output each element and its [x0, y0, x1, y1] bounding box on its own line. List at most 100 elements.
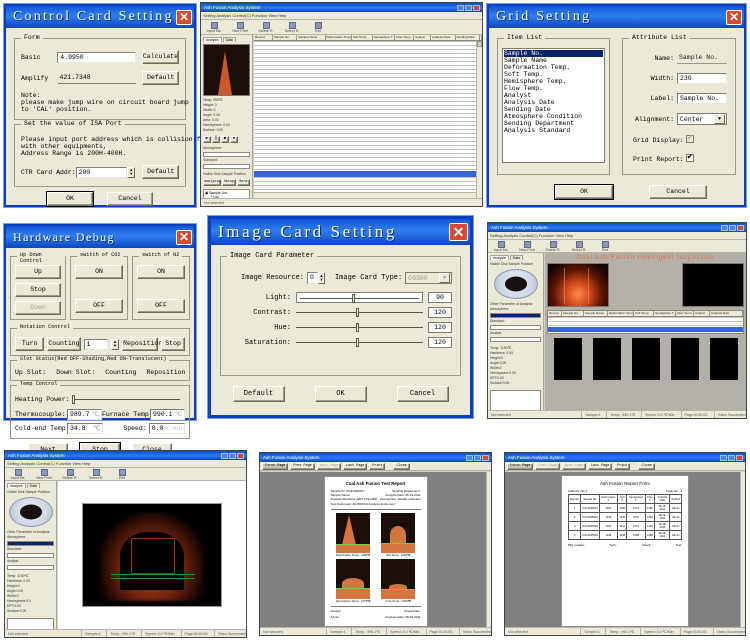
- maximize-icon[interactable]: [474, 454, 481, 461]
- close-icon[interactable]: ✕: [176, 9, 192, 25]
- tab-analysis[interactable]: Analysis: [490, 255, 509, 260]
- print-button[interactable]: Print: [369, 463, 386, 470]
- window-buttons[interactable]: [720, 454, 745, 461]
- table-vertical-scrollbar[interactable]: [476, 41, 482, 198]
- sample-disk-dial[interactable]: [8, 497, 53, 527]
- preview-scrollbar[interactable]: [740, 472, 745, 627]
- sample-action-row[interactable]: Analysis Setup More: [203, 179, 250, 186]
- slider-thumb[interactable]: [352, 294, 355, 303]
- standard-select[interactable]: [7, 553, 54, 558]
- app-menubar[interactable]: Setting Analysis Control(C) Function Vie…: [201, 12, 482, 20]
- grid-display-checkbox[interactable]: [685, 133, 694, 143]
- sample-disk-dial[interactable]: [493, 269, 538, 299]
- basic-input[interactable]: 4.9950: [57, 51, 136, 63]
- more-button[interactable]: More: [236, 179, 250, 186]
- tab-data[interactable]: Data: [509, 255, 523, 260]
- column-header[interactable]: Flow Temp.: [395, 35, 415, 40]
- stop-button[interactable]: Stop: [15, 283, 61, 297]
- standard-select[interactable]: [490, 325, 541, 330]
- toolbar-button[interactable]: Exit: [309, 21, 327, 33]
- prev-page-button[interactable]: Prev Page: [290, 463, 315, 470]
- toolbar-button[interactable]: Exit: [596, 240, 614, 252]
- light-slider[interactable]: [296, 292, 423, 303]
- thumbnail[interactable]: [553, 338, 582, 380]
- list-item[interactable]: Flow Temp.: [504, 85, 603, 92]
- list-item[interactable]: Analysis Date: [504, 99, 603, 106]
- playback-controls[interactable]: ▶ ‖ ■ ●: [203, 136, 250, 143]
- list-item[interactable]: Sample No.: [504, 50, 603, 57]
- table-row[interactable]: [548, 317, 743, 327]
- preview-toolbar[interactable]: First Page Prev Page Next Page Last Page…: [260, 462, 491, 471]
- counting-spinner[interactable]: ▲ ▼: [110, 338, 120, 350]
- side-tabs[interactable]: Analysis Data: [7, 483, 54, 488]
- next-page-button[interactable]: Next Page: [561, 463, 586, 470]
- column-header[interactable]: Soft Temp.: [634, 311, 654, 316]
- alignment-select[interactable]: Center ▼: [677, 113, 727, 125]
- inspection-table[interactable]: Record Sample No. Sample Name Deformatio…: [547, 310, 744, 334]
- close-icon[interactable]: ✕: [726, 9, 742, 25]
- column-header[interactable]: Analysis Date: [710, 311, 743, 316]
- tab-analysis[interactable]: Analysis: [203, 37, 222, 42]
- print-button[interactable]: Print: [614, 463, 631, 470]
- toolbar-button[interactable]: Select R.: [87, 468, 105, 480]
- next-page-button[interactable]: Next Page: [316, 463, 341, 470]
- side-tabs[interactable]: Analysis Data: [490, 255, 541, 260]
- ok-button[interactable]: OK: [314, 386, 367, 402]
- contrast-slider[interactable]: [296, 307, 423, 318]
- list-item[interactable]: Deformation Temp.: [504, 64, 603, 71]
- tab-analysis[interactable]: Analysis: [7, 483, 26, 488]
- tab-data[interactable]: Data: [222, 37, 236, 42]
- down-button[interactable]: Down: [15, 301, 61, 315]
- prev-page-button[interactable]: Prev Page: [535, 463, 560, 470]
- thumbnail[interactable]: [670, 338, 699, 380]
- slider-thumb[interactable]: [355, 338, 359, 347]
- reposition-button[interactable]: Reposition: [122, 337, 162, 351]
- column-header[interactable]: Flow Temp.: [676, 311, 694, 316]
- image-resource-spinner[interactable]: ▲ ▼: [318, 272, 325, 284]
- column-header[interactable]: Hemisphere T.: [373, 35, 396, 40]
- n2-on-button[interactable]: ON: [137, 265, 185, 279]
- thumbnail[interactable]: [631, 338, 660, 380]
- maximize-icon[interactable]: [728, 454, 735, 461]
- up-button[interactable]: Up: [15, 265, 61, 279]
- thumbnail[interactable]: [592, 338, 621, 380]
- column-header[interactable]: Sending Date: [456, 35, 480, 40]
- list-item[interactable]: Atmosphere Condition: [504, 113, 603, 120]
- toolbar-button[interactable]: Input Ms.: [492, 240, 510, 252]
- toolbar-button[interactable]: New Print: [231, 21, 249, 33]
- column-header[interactable]: Sample No.: [562, 311, 584, 316]
- atmosphere-select[interactable]: [490, 313, 541, 318]
- chevron-down-icon[interactable]: ▼: [714, 114, 725, 124]
- column-header[interactable]: Soft Temp.: [352, 35, 373, 40]
- last-page-button[interactable]: Last Page: [587, 463, 613, 470]
- first-page-button[interactable]: First Page: [507, 463, 534, 470]
- analysis-button[interactable]: Analysis: [203, 179, 222, 186]
- ok-button[interactable]: OK: [47, 192, 93, 206]
- window-buttons[interactable]: [721, 224, 746, 231]
- column-header[interactable]: Sample Name: [584, 311, 608, 316]
- record-icon[interactable]: ●: [230, 136, 238, 143]
- toolbar-button[interactable]: Delete R.: [257, 21, 275, 33]
- ctr-addr-spinner[interactable]: ▲ ▼: [127, 166, 136, 178]
- slider-thumb[interactable]: [355, 323, 359, 332]
- toolbar-button[interactable]: Input Ms.: [205, 21, 223, 33]
- window-buttons[interactable]: [221, 452, 246, 459]
- column-header[interactable]: Analyst: [414, 35, 432, 40]
- preview-area[interactable]: Coal Ash Fusion Test Report Sample ID: C…: [260, 472, 491, 627]
- cancel-button[interactable]: Cancel: [649, 185, 707, 199]
- toolbar-button[interactable]: New Print: [35, 468, 53, 480]
- toolbar-button[interactable]: Input Ms.: [9, 468, 27, 480]
- width-input[interactable]: 230: [677, 73, 727, 84]
- amplify-default-button[interactable]: Default: [142, 71, 179, 85]
- ctr-card-addr-input[interactable]: 200: [75, 166, 128, 178]
- list-item[interactable]: Analyst: [504, 92, 603, 99]
- app-toolbar[interactable]: Input Ms. New Print Delete R. Select R. …: [488, 240, 746, 253]
- app-menubar[interactable]: Setting Analysis Control(C) Function Vie…: [5, 460, 246, 468]
- play-icon[interactable]: ▶: [203, 136, 211, 143]
- label-input[interactable]: Sample No.: [677, 93, 727, 104]
- column-header[interactable]: Deformation Temp.: [608, 311, 634, 316]
- pause-icon[interactable]: ‖: [212, 136, 220, 143]
- table-row-selected[interactable]: [548, 327, 743, 332]
- chevron-down-icon[interactable]: ▼: [438, 273, 450, 283]
- close-icon[interactable]: [237, 452, 244, 459]
